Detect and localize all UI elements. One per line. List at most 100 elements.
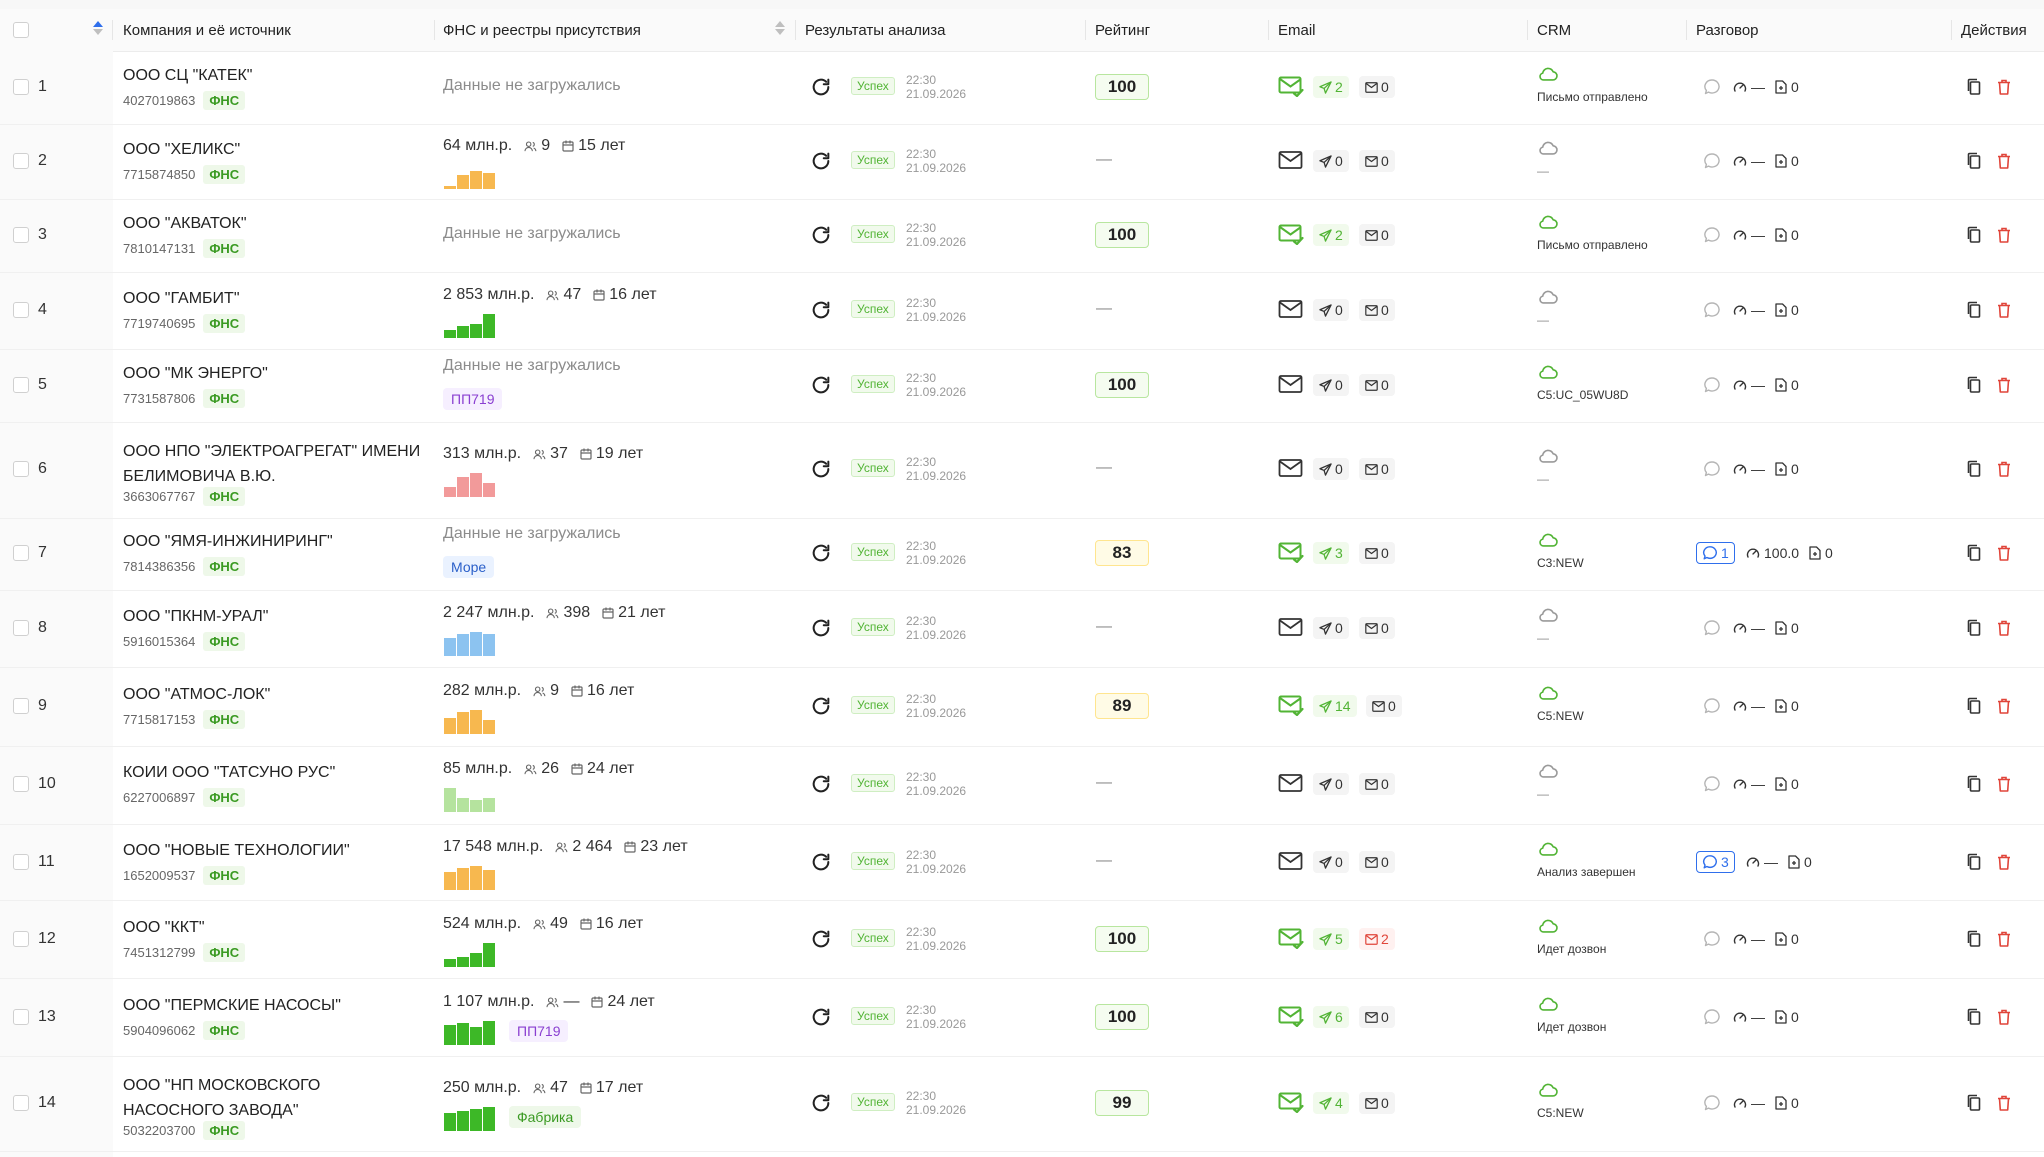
company-name[interactable]: ООО "ЯМЯ-ИНЖИНИРИНГ" (123, 529, 423, 554)
col-email[interactable]: Email (1278, 9, 1316, 51)
row-checkbox[interactable] (13, 227, 29, 243)
table-row[interactable]: 4 ООО "ГАМБИТ" 7719740695 ФНС 2 853 млн.р. 47… (0, 272, 2044, 350)
row-checkbox[interactable] (13, 1009, 29, 1025)
chat-icon[interactable] (1703, 1008, 1721, 1026)
chat-icon[interactable] (1703, 775, 1721, 793)
chat-icon[interactable] (1703, 226, 1721, 244)
copy-icon[interactable] (1966, 853, 1982, 871)
refresh-icon[interactable] (810, 1006, 832, 1028)
company-name[interactable]: ООО "МК ЭНЕРГО" (123, 361, 423, 386)
company-name[interactable]: ООО НПО "ЭЛЕКТРОАГРЕГАТ" ИМЕНИ БЕЛИМОВИЧ… (123, 439, 423, 489)
table-row[interactable]: 3 ООО "АКВАТОК" 7810147131 ФНС Данные не заг… (0, 199, 2044, 273)
copy-icon[interactable] (1966, 152, 1982, 170)
trash-icon[interactable] (1996, 544, 2012, 562)
copy-icon[interactable] (1966, 460, 1982, 478)
col-company[interactable]: Компания и её источник (123, 9, 291, 51)
email-icon[interactable] (1278, 616, 1304, 638)
company-name[interactable]: ООО "ККТ" (123, 915, 423, 940)
company-name[interactable]: ООО "ПКНМ-УРАЛ" (123, 604, 423, 629)
copy-icon[interactable] (1966, 930, 1982, 948)
copy-icon[interactable] (1966, 226, 1982, 244)
email-icon[interactable] (1278, 772, 1304, 794)
table-row[interactable]: 10 КОИИ ООО "ТАТСУНО РУС" 6227006897 ФНС 85 … (0, 746, 2044, 825)
company-name[interactable]: КОИИ ООО "ТАТСУНО РУС" (123, 760, 423, 785)
company-name[interactable]: ООО "НОВЫЕ ТЕХНОЛОГИИ" (123, 838, 423, 863)
col-actions[interactable]: Действия (1961, 9, 2027, 51)
table-row[interactable]: 13 ООО "ПЕРМСКИЕ НАСОСЫ" 5904096062 ФНС 1 10… (0, 978, 2044, 1057)
copy-icon[interactable] (1966, 301, 1982, 319)
refresh-icon[interactable] (810, 150, 832, 172)
refresh-icon[interactable] (810, 773, 832, 795)
copy-icon[interactable] (1966, 544, 1982, 562)
chat-button[interactable]: 1 (1696, 542, 1735, 564)
row-checkbox[interactable] (13, 931, 29, 947)
email-icon[interactable] (1278, 373, 1304, 395)
trash-icon[interactable] (1996, 460, 2012, 478)
company-name[interactable]: ООО "АКВАТОК" (123, 211, 423, 236)
trash-icon[interactable] (1996, 376, 2012, 394)
row-checkbox[interactable] (13, 377, 29, 393)
company-name[interactable]: ООО СЦ "КАТЕК" (123, 63, 423, 88)
row-checkbox[interactable] (13, 79, 29, 95)
sort-icon[interactable] (93, 21, 103, 35)
copy-icon[interactable] (1966, 775, 1982, 793)
email-icon[interactable] (1278, 927, 1304, 949)
refresh-icon[interactable] (810, 458, 832, 480)
email-icon[interactable] (1278, 1005, 1304, 1027)
email-icon[interactable] (1278, 298, 1304, 320)
table-row[interactable]: 14 ООО "НП МОСКОВСКОГО НАСОСНОГО ЗАВОДА" 5… (0, 1056, 2044, 1152)
refresh-icon[interactable] (810, 617, 832, 639)
trash-icon[interactable] (1996, 619, 2012, 637)
trash-icon[interactable] (1996, 853, 2012, 871)
table-row[interactable]: 6 ООО НПО "ЭЛЕКТРОАГРЕГАТ" ИМЕНИ БЕЛИМОВИ… (0, 422, 2044, 519)
col-fns[interactable]: ФНС и реестры присутствия (443, 9, 641, 51)
refresh-icon[interactable] (810, 542, 832, 564)
copy-icon[interactable] (1966, 78, 1982, 96)
trash-icon[interactable] (1996, 930, 2012, 948)
copy-icon[interactable] (1966, 619, 1982, 637)
chat-icon[interactable] (1703, 697, 1721, 715)
chat-icon[interactable] (1703, 930, 1721, 948)
refresh-icon[interactable] (810, 224, 832, 246)
copy-icon[interactable] (1966, 1008, 1982, 1026)
row-checkbox[interactable] (13, 302, 29, 318)
table-row[interactable]: 8 ООО "ПКНМ-УРАЛ" 5916015364 ФНС 2 247 млн.р… (0, 590, 2044, 668)
email-icon[interactable] (1278, 457, 1304, 479)
table-row[interactable]: 1 ООО СЦ "КАТЕК" 4027019863 ФНС Данные не за… (0, 51, 2044, 125)
email-icon[interactable] (1278, 541, 1304, 563)
trash-icon[interactable] (1996, 226, 2012, 244)
company-name[interactable]: ООО "АТМОС-ЛОК" (123, 682, 423, 707)
refresh-icon[interactable] (810, 1092, 832, 1114)
trash-icon[interactable] (1996, 301, 2012, 319)
trash-icon[interactable] (1996, 152, 2012, 170)
trash-icon[interactable] (1996, 697, 2012, 715)
refresh-icon[interactable] (810, 851, 832, 873)
select-all-checkbox[interactable] (13, 22, 29, 38)
col-crm[interactable]: CRM (1537, 9, 1571, 51)
col-conversation[interactable]: Разговор (1696, 9, 1759, 51)
email-icon[interactable] (1278, 75, 1304, 97)
email-icon[interactable] (1278, 850, 1304, 872)
chat-icon[interactable] (1703, 619, 1721, 637)
chat-icon[interactable] (1703, 1094, 1721, 1112)
email-icon[interactable] (1278, 694, 1304, 716)
row-checkbox[interactable] (13, 461, 29, 477)
table-row[interactable]: 2 ООО "ХЕЛИКС" 7715874850 ФНС 64 млн.р. 9 15 л… (0, 124, 2044, 200)
refresh-icon[interactable] (810, 695, 832, 717)
email-icon[interactable] (1278, 1091, 1304, 1113)
company-name[interactable]: ООО "ХЕЛИКС" (123, 137, 423, 162)
chat-button[interactable]: 3 (1696, 851, 1735, 873)
row-checkbox[interactable] (13, 620, 29, 636)
refresh-icon[interactable] (810, 76, 832, 98)
row-checkbox[interactable] (13, 776, 29, 792)
table-row[interactable]: 9 ООО "АТМОС-ЛОК" 7715817153 ФНС 282 млн.р. 9… (0, 667, 2044, 747)
trash-icon[interactable] (1996, 1094, 2012, 1112)
row-checkbox[interactable] (13, 854, 29, 870)
col-rating[interactable]: Рейтинг (1095, 9, 1150, 51)
copy-icon[interactable] (1966, 697, 1982, 715)
table-row[interactable]: 5 ООО "МК ЭНЕРГО" 7731587806 ФНС Данные не з… (0, 349, 2044, 423)
company-name[interactable]: ООО "ПЕРМСКИЕ НАСОСЫ" (123, 993, 423, 1018)
copy-icon[interactable] (1966, 1094, 1982, 1112)
refresh-icon[interactable] (810, 928, 832, 950)
trash-icon[interactable] (1996, 78, 2012, 96)
